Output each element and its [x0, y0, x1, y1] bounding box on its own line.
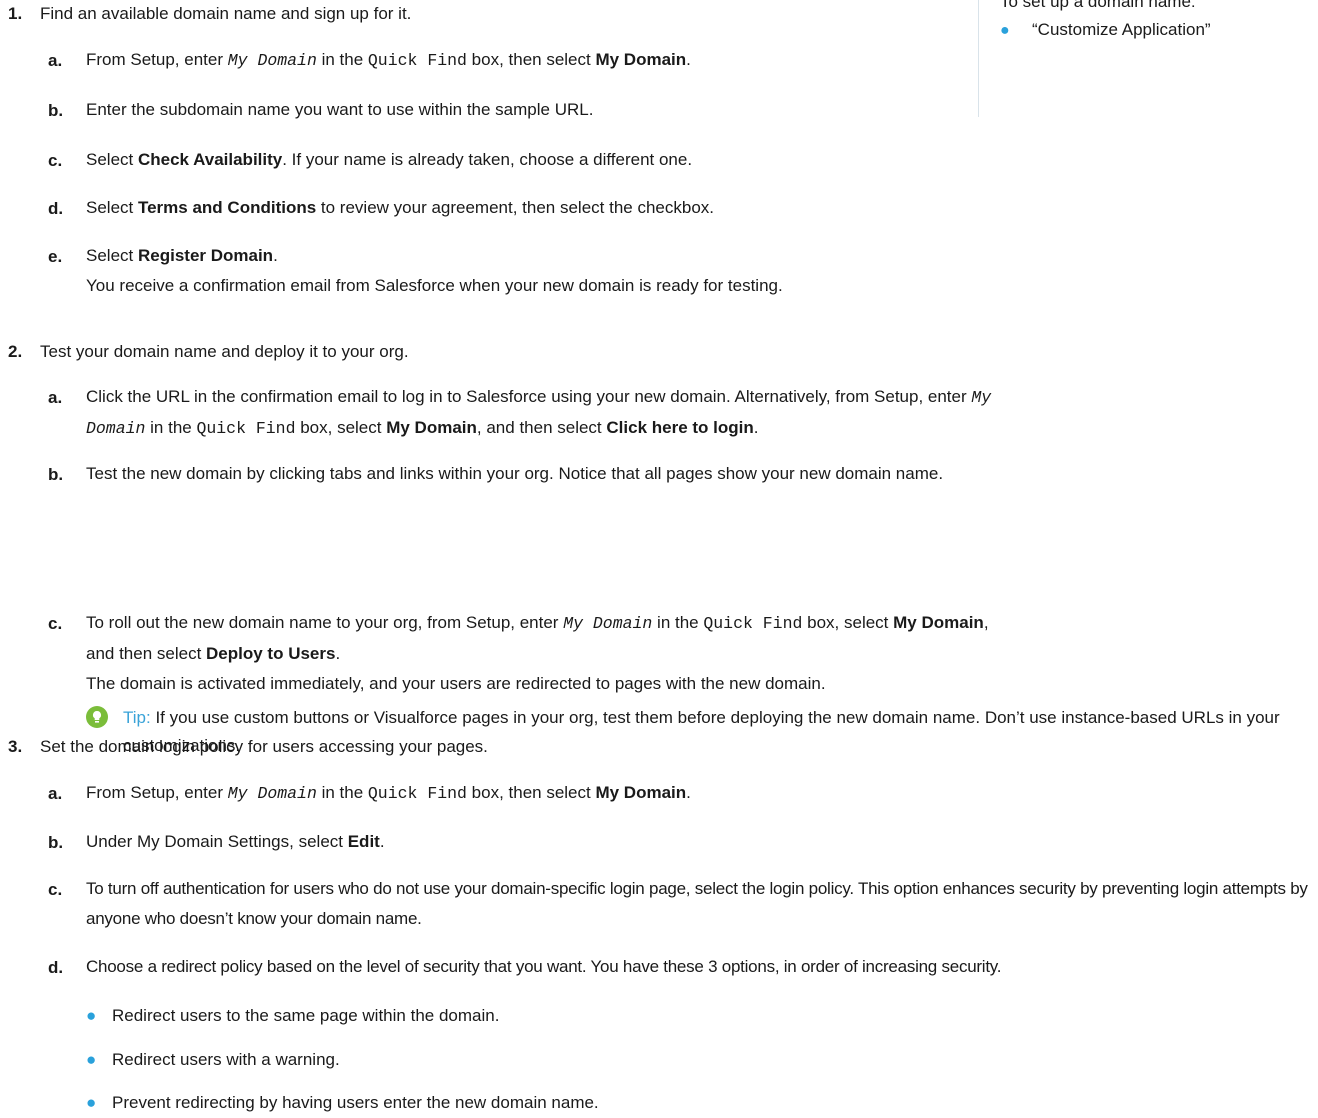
text: . [686, 783, 691, 802]
code-text: Quick Find [367, 784, 467, 803]
text: . [753, 418, 759, 437]
sidebar-divider [978, 0, 979, 117]
text: To roll out the new domain name to your … [86, 613, 564, 632]
bold-text: My Domain [595, 50, 687, 69]
sidebar-permission-label: “Customize Application” [1032, 20, 1211, 39]
code-text: My Domain [227, 784, 317, 803]
text: Select [86, 150, 138, 169]
bullet-icon: ● [86, 1050, 97, 1069]
step-text: Find an available domain name and sign u… [40, 4, 412, 23]
bold-text: Register Domain [137, 246, 274, 265]
bold-text: Deploy to Users [206, 644, 336, 663]
code-text: My Domain [563, 614, 653, 633]
text: Under My Domain Settings, select [86, 832, 348, 851]
bullet-icon: ● [86, 1006, 97, 1025]
code-text: Quick Find [703, 614, 803, 633]
sub-letter: e. [48, 247, 63, 266]
sub-text: From Setup, enter My Domain in the Quick… [86, 778, 691, 809]
permissions-sidebar: To set up a domain name: ● “Customize App… [978, 0, 1318, 120]
text: Select [86, 198, 138, 217]
sub-letter: b. [48, 465, 64, 484]
text: Click the URL in the confirmation email … [86, 387, 972, 406]
sub-letter: d. [48, 958, 64, 977]
text: From Setup, enter [86, 50, 228, 69]
sub-letter: a. [48, 51, 63, 70]
text: . [686, 50, 691, 69]
bullet-text: Prevent redirecting by having users ente… [112, 1093, 599, 1112]
text: . If your name is already taken, choose … [282, 150, 693, 169]
code-text: Domain [86, 419, 146, 438]
code-text: My [971, 388, 992, 407]
text: in the [145, 418, 197, 437]
sub-letter: c. [48, 151, 63, 170]
text: . [335, 644, 341, 663]
text: Select [86, 246, 138, 265]
sub-text: To turn off authentication for users who… [86, 879, 1308, 928]
sub-letter: b. [48, 833, 64, 852]
sub-text: Choose a redirect policy based on the le… [86, 957, 1002, 976]
tip-label: Tip: [123, 708, 151, 727]
bullet-text: Redirect users to the same page within t… [112, 1006, 500, 1025]
text: . [379, 832, 385, 851]
bold-text: Terms and Conditions [137, 198, 317, 217]
sidebar-permission-item: ● “Customize Application” [1000, 20, 1211, 40]
sub-letter: b. [48, 101, 64, 120]
bold-text: My Domain [595, 783, 687, 802]
step-number: 2. [8, 342, 23, 361]
text: box, select [802, 613, 894, 632]
code-text: Quick Find [367, 51, 467, 70]
sub-letter: a. [48, 784, 63, 803]
sub-text: Select Terms and Conditions to review yo… [86, 193, 714, 223]
code-text: Quick Find [196, 419, 296, 438]
sub-text: From Setup, enter My Domain in the Quick… [86, 45, 691, 76]
bold-text: My Domain [893, 613, 984, 632]
text: You receive a confirmation email from Sa… [86, 276, 783, 295]
bold-text: Click here to login [606, 418, 754, 437]
text: in the [316, 50, 368, 69]
text: in the [316, 783, 368, 802]
sub-text: Click the URL in the confirmation email … [86, 382, 991, 444]
bold-text: My Domain [386, 418, 477, 437]
sidebar-title: To set up a domain name: [1000, 0, 1196, 11]
text: and then select [86, 644, 207, 663]
bullet-icon: ● [86, 1093, 97, 1112]
step-number: 3. [8, 737, 23, 756]
step-number: 1. [8, 4, 23, 23]
sub-text: Enter the subdomain name you want to use… [86, 100, 594, 119]
bold-text: Check Availability [137, 150, 283, 169]
bold-text: Edit [347, 832, 380, 851]
text: . [273, 246, 278, 265]
sub-text: Under My Domain Settings, select Edit. [86, 827, 385, 857]
sub-letter: d. [48, 199, 64, 218]
text: The domain is activated immediately, and… [86, 674, 826, 693]
text: box, select [295, 418, 387, 437]
text: in the [652, 613, 704, 632]
text: box, then select [466, 783, 596, 802]
text: , and then select [476, 418, 607, 437]
sub-text: Select Register Domain. You receive a con… [86, 241, 783, 301]
lightbulb-icon [86, 706, 108, 728]
sub-text: Select Check Availability. If your name … [86, 145, 692, 175]
sub-text: Test the new domain by clicking tabs and… [86, 464, 944, 483]
text: box, then select [466, 50, 596, 69]
code-text: My Domain [227, 51, 317, 70]
text: From Setup, enter [86, 783, 228, 802]
text: to review your agreement, then select th… [316, 198, 715, 217]
bullet-text: Redirect users with a warning. [112, 1050, 340, 1069]
sub-letter: c. [48, 880, 63, 899]
sub-text: To roll out the new domain name to your … [86, 613, 989, 693]
sub-letter: c. [48, 614, 63, 633]
step-text: Test your domain name and deploy it to y… [40, 342, 409, 361]
sub-letter: a. [48, 388, 63, 407]
bullet-icon: ● [1000, 22, 1010, 39]
step-text: Set the domain login policy for users ac… [40, 737, 488, 756]
